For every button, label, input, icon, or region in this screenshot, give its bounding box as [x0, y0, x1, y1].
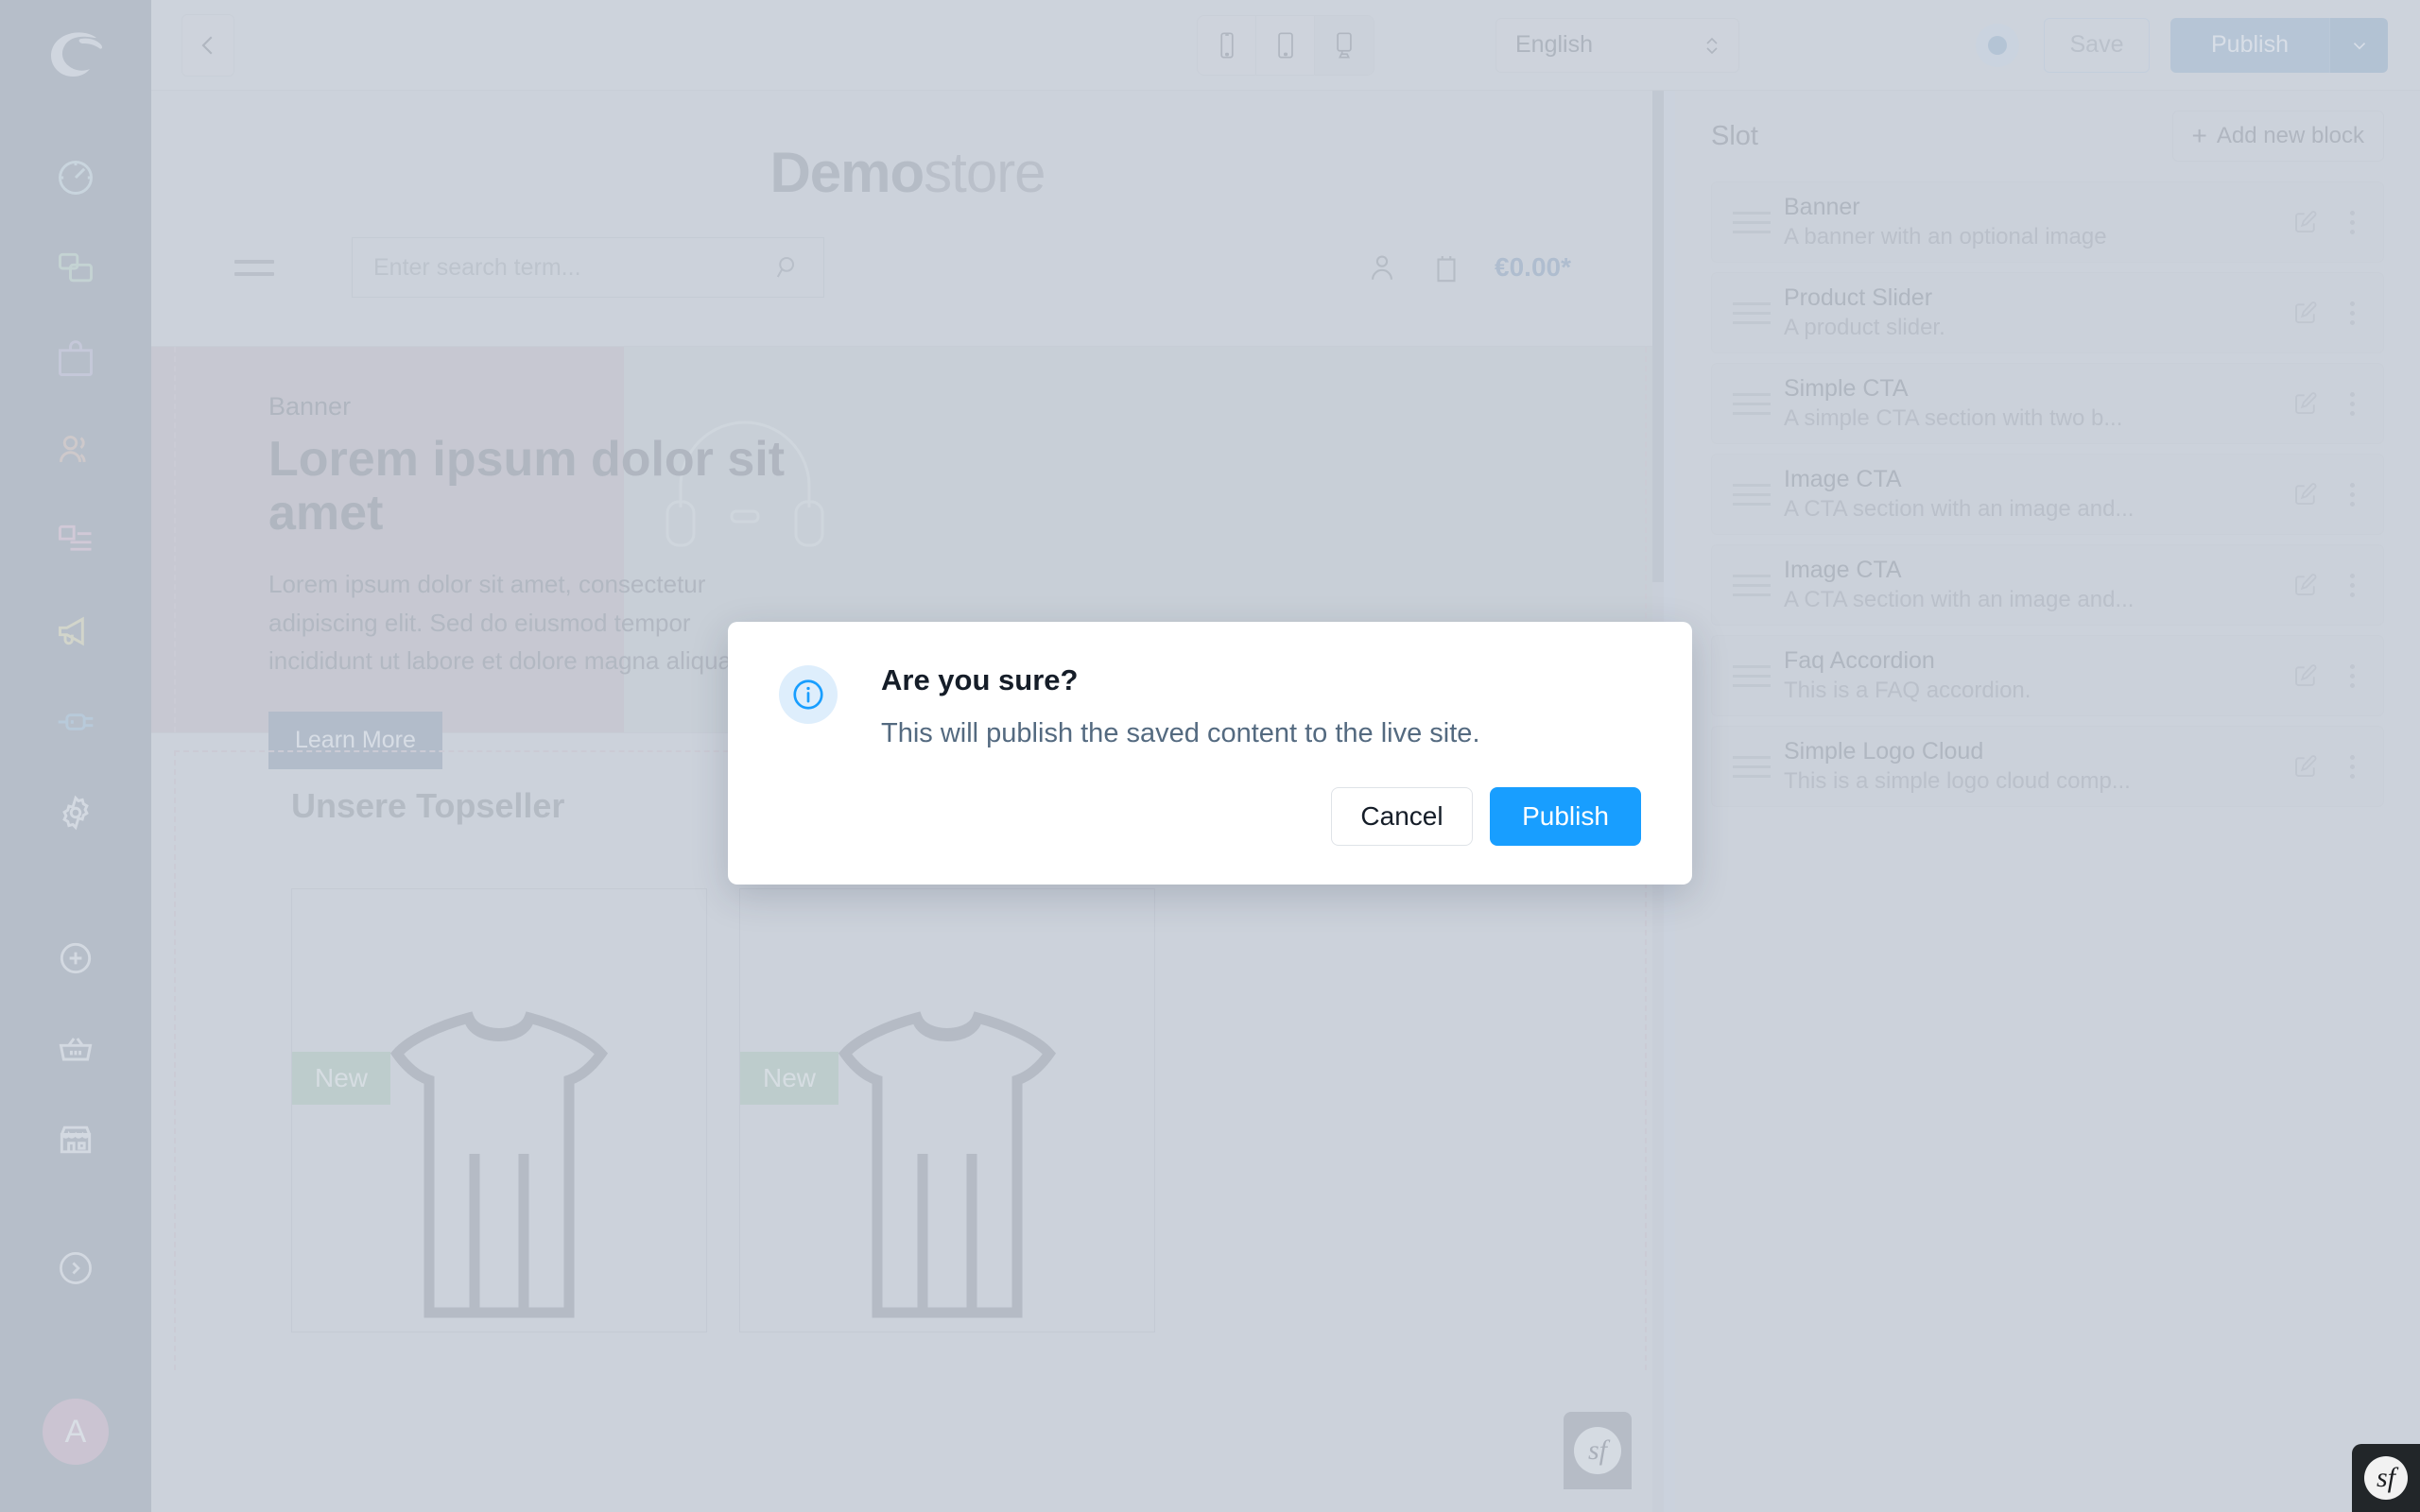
publish-confirm-modal: Are you sure? This will publish the save…	[728, 622, 1692, 885]
modal-actions: Cancel Publish	[881, 787, 1641, 846]
modal-body: Are you sure? This will publish the save…	[881, 663, 1641, 885]
info-circle-icon	[793, 679, 823, 710]
modal-message: This will publish the saved content to t…	[881, 718, 1480, 748]
modal-publish-label: Publish	[1522, 801, 1609, 831]
symfony-logo-icon: sf	[2364, 1456, 2408, 1500]
modal-cancel-button[interactable]: Cancel	[1331, 787, 1473, 846]
modal-publish-button[interactable]: Publish	[1490, 787, 1641, 846]
modal-title: Are you sure?	[881, 663, 1079, 696]
symfony-debug-toolbar-badge[interactable]: sf	[2352, 1444, 2420, 1512]
modal-cancel-label: Cancel	[1360, 801, 1443, 831]
modal-icon-wrap	[779, 665, 838, 724]
